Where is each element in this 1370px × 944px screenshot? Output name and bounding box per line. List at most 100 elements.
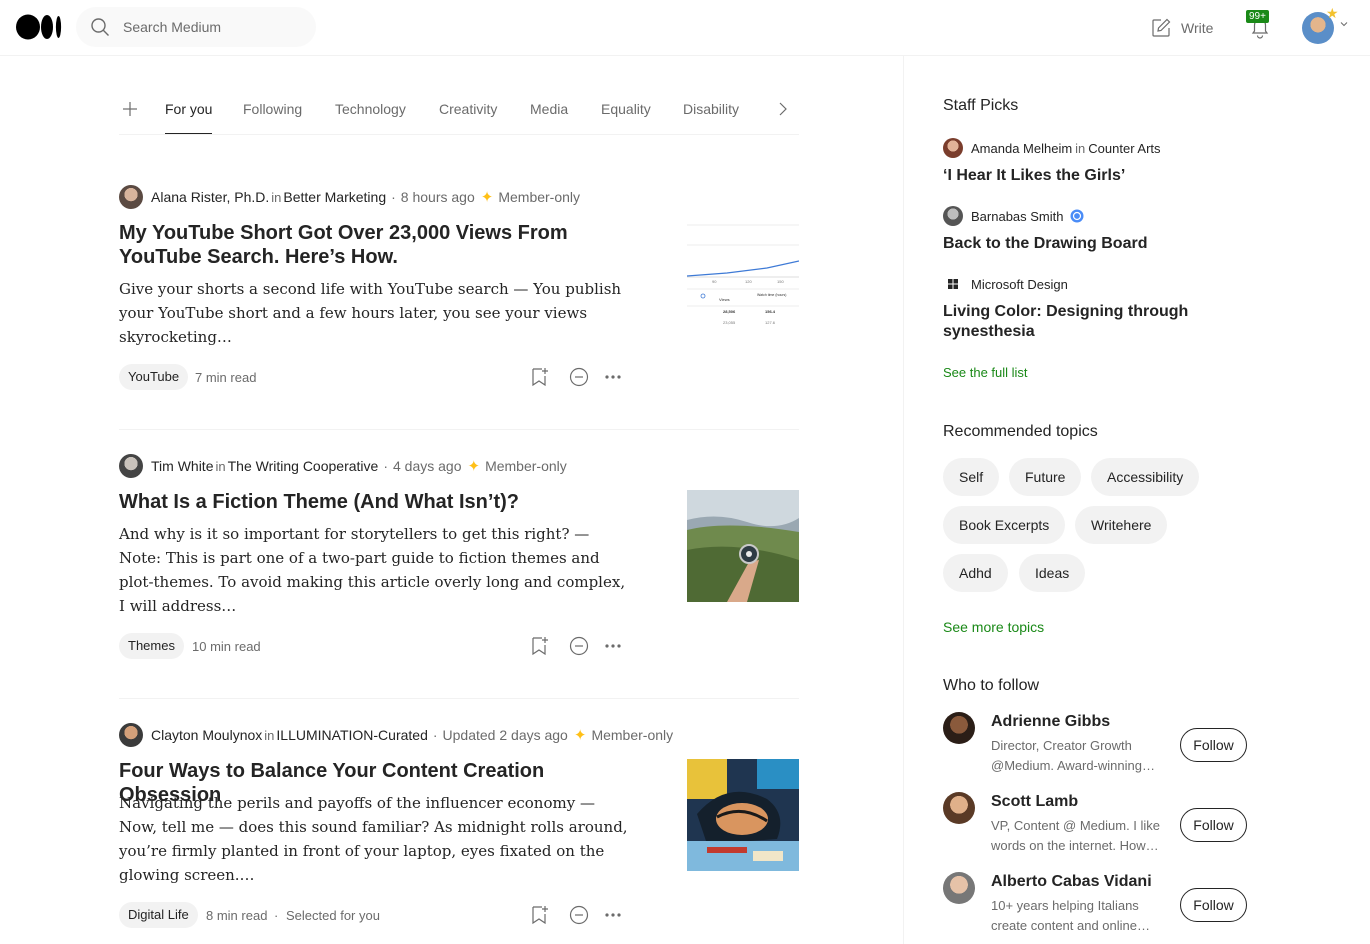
- author-name[interactable]: Tim White: [151, 458, 213, 474]
- more-options-icon[interactable]: [602, 635, 624, 657]
- member-star-icon: ✦: [467, 458, 481, 475]
- table-cell: 28,506: [723, 309, 736, 314]
- pick-author[interactable]: Barnabas Smith: [971, 209, 1064, 224]
- tab-creativity[interactable]: Creativity: [439, 101, 497, 117]
- follow-button[interactable]: Follow: [1180, 888, 1247, 922]
- article-tag[interactable]: YouTube: [119, 364, 189, 390]
- article-tag[interactable]: Digital Life: [119, 902, 198, 928]
- pick-title[interactable]: Back to the Drawing Board: [943, 234, 1223, 254]
- chevron-down-icon[interactable]: [1340, 20, 1348, 28]
- article-excerpt[interactable]: Give your shorts a second life with YouT…: [119, 277, 634, 349]
- medium-logo-icon[interactable]: [16, 14, 62, 40]
- article-thumbnail[interactable]: 90 120 150 Views Watch time (hours) 28,5…: [687, 221, 799, 333]
- tab-for-you[interactable]: For you: [165, 101, 213, 134]
- pick-author[interactable]: Microsoft Design: [971, 277, 1068, 292]
- follow-button[interactable]: Follow: [1180, 728, 1247, 762]
- table-cell: 23,055: [723, 320, 736, 325]
- selected-for-you-label: Selected for you: [286, 908, 380, 923]
- publication-name[interactable]: ILLUMINATION-Curated: [276, 727, 427, 743]
- article-excerpt[interactable]: Navigating the perils and payoffs of the…: [119, 791, 634, 887]
- feed-tabs: For you Following Technology Creativity …: [119, 84, 799, 135]
- show-less-icon[interactable]: [568, 635, 590, 657]
- person-name[interactable]: Adrienne Gibbs: [991, 713, 1110, 731]
- article-footer: YouTube 7 min read: [119, 364, 799, 390]
- author-avatar[interactable]: [119, 723, 143, 747]
- person-avatar[interactable]: [943, 872, 975, 904]
- author-avatar[interactable]: [943, 138, 963, 158]
- in-label: in: [1075, 140, 1086, 156]
- pick-title[interactable]: Living Color: Designing through synesthe…: [943, 302, 1223, 342]
- in-label: in: [215, 458, 226, 474]
- topic-chip[interactable]: Writehere: [1075, 506, 1168, 544]
- person-name[interactable]: Alberto Cabas Vidani: [991, 873, 1152, 891]
- separator-dot: ·: [274, 908, 279, 923]
- notifications-badge: 99+: [1246, 10, 1269, 23]
- pick-author[interactable]: Amanda Melheim: [971, 141, 1072, 156]
- article-title[interactable]: What Is a Fiction Theme (And What Isn’t)…: [119, 490, 619, 514]
- separator-dot: ·: [383, 458, 388, 474]
- post-time: Updated 2 days ago: [442, 727, 568, 743]
- article-title[interactable]: My YouTube Short Got Over 23,000 Views F…: [119, 221, 619, 269]
- article-card: Clayton Moulynox in ILLUMINATION-Curated…: [119, 723, 799, 938]
- more-options-icon[interactable]: [602, 366, 624, 388]
- author-name[interactable]: Clayton Moulynox: [151, 727, 262, 743]
- see-full-list-link[interactable]: See the full list: [943, 365, 1028, 380]
- follow-button[interactable]: Follow: [1180, 808, 1247, 842]
- member-only-label: Member-only: [591, 727, 674, 743]
- top-navigation-bar: Write 99+ ★: [0, 0, 1370, 56]
- bookmark-add-icon[interactable]: [528, 366, 550, 388]
- article-footer: Digital Life 8 min read · Selected for y…: [119, 902, 799, 928]
- article-meta: Alana Rister, Ph.D. in Better Marketing …: [119, 185, 580, 209]
- chevron-right-icon[interactable]: [774, 100, 792, 118]
- tab-following[interactable]: Following: [243, 101, 302, 117]
- author-name[interactable]: Alana Rister, Ph.D.: [151, 189, 269, 205]
- topic-chip[interactable]: Ideas: [1019, 554, 1086, 592]
- read-time: 10 min read: [192, 639, 261, 654]
- author-avatar[interactable]: [943, 206, 963, 226]
- person-bio[interactable]: Director, Creator Growth @Medium. Award-…: [991, 736, 1161, 776]
- add-topic-plus-icon[interactable]: [119, 98, 141, 120]
- tab-technology[interactable]: Technology: [335, 101, 406, 117]
- person-bio[interactable]: VP, Content @ Medium. I like words on th…: [991, 816, 1161, 856]
- pick-publication[interactable]: Counter Arts: [1088, 141, 1160, 156]
- article-excerpt[interactable]: And why is it so important for storytell…: [119, 522, 634, 618]
- person-avatar[interactable]: [943, 792, 975, 824]
- publication-name[interactable]: The Writing Cooperative: [228, 458, 379, 474]
- table-header: Views: [719, 297, 730, 302]
- more-options-icon[interactable]: [602, 904, 624, 926]
- separator-dot: ·: [432, 727, 438, 743]
- sidebar-divider: [903, 56, 904, 944]
- bookmark-add-icon[interactable]: [528, 904, 550, 926]
- author-avatar[interactable]: [119, 454, 143, 478]
- person-name[interactable]: Scott Lamb: [991, 793, 1078, 811]
- person-avatar[interactable]: [943, 712, 975, 744]
- article-thumbnail[interactable]: [687, 490, 799, 602]
- member-star-icon: ✦: [480, 189, 494, 206]
- author-avatar[interactable]: [119, 185, 143, 209]
- person-bio[interactable]: 10+ years helping Italians create conten…: [991, 896, 1161, 936]
- article-thumbnail[interactable]: [687, 759, 799, 871]
- bookmark-add-icon[interactable]: [528, 635, 550, 657]
- tab-media[interactable]: Media: [530, 101, 568, 117]
- search-input[interactable]: [123, 7, 303, 47]
- topic-chip[interactable]: Accessibility: [1091, 458, 1200, 496]
- publication-name[interactable]: Better Marketing: [283, 189, 386, 205]
- topic-chip[interactable]: Adhd: [943, 554, 1008, 592]
- post-time: 4 days ago: [392, 458, 462, 474]
- pick-title[interactable]: ‘I Hear It Likes the Girls’: [943, 166, 1223, 186]
- tab-equality[interactable]: Equality: [601, 101, 651, 117]
- article-meta: Clayton Moulynox in ILLUMINATION-Curated…: [119, 723, 673, 747]
- show-less-icon[interactable]: [568, 366, 590, 388]
- write-button[interactable]: Write: [1150, 15, 1213, 41]
- topic-chip[interactable]: Book Excerpts: [943, 506, 1066, 544]
- microsoft-logo-icon[interactable]: [943, 274, 963, 294]
- read-time: 7 min read: [195, 370, 257, 385]
- show-less-icon[interactable]: [568, 904, 590, 926]
- article-tag[interactable]: Themes: [119, 633, 184, 659]
- tab-disability[interactable]: Disability: [683, 101, 739, 117]
- search-box: [76, 7, 316, 47]
- topic-chip[interactable]: Future: [1009, 458, 1082, 496]
- write-icon: [1152, 18, 1171, 37]
- topic-chip[interactable]: Self: [943, 458, 1000, 496]
- see-more-topics-link[interactable]: See more topics: [943, 619, 1044, 635]
